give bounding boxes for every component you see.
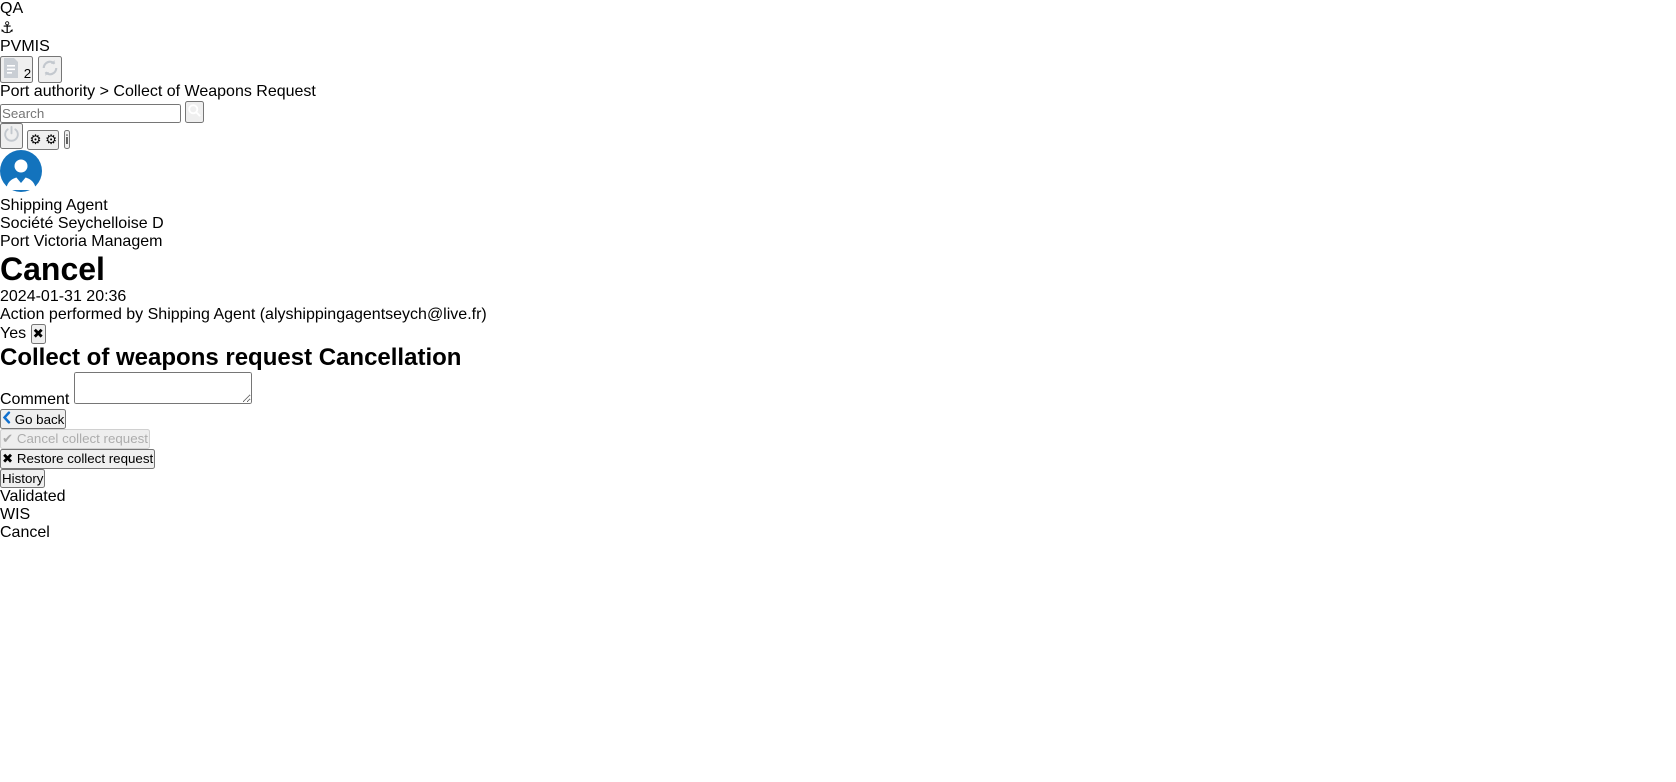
background-photo: [0, 0, 1676, 782]
